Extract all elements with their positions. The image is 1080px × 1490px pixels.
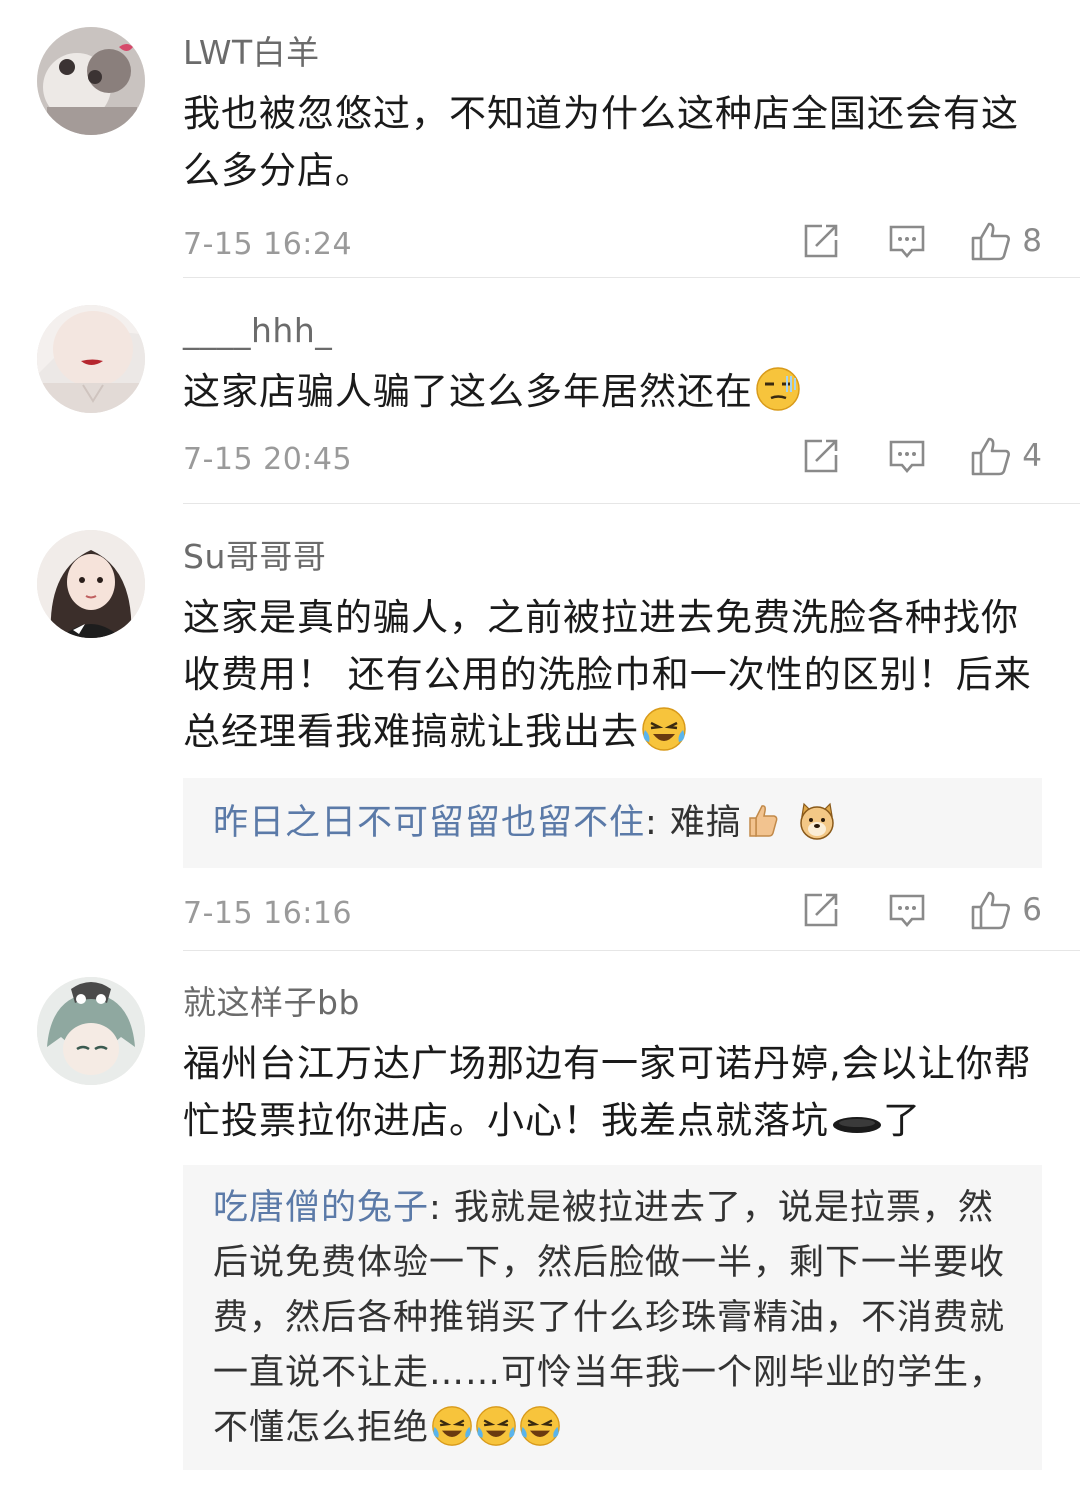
thumbs-up-icon [971, 222, 1011, 261]
comment-meta: 7-15 16:16 6 [183, 886, 1042, 946]
comment-icon [889, 894, 925, 928]
action-bar: 4 [802, 436, 1042, 476]
share-icon [804, 893, 838, 927]
reply-box[interactable]: 昨日之日不可留留也留不住: 难搞 [183, 778, 1042, 868]
comment-meta: 7-15 20:45 4 [183, 432, 1042, 492]
thumbs-up-icon [971, 891, 1011, 930]
like-button[interactable]: 6 [970, 890, 1042, 930]
avatar[interactable] [37, 530, 145, 638]
laugh-cry-emoji-icon [519, 1405, 561, 1447]
share-icon [804, 224, 838, 258]
username[interactable]: Su哥哥哥 [183, 531, 1042, 583]
hole-emoji-icon [831, 1095, 883, 1141]
share-button[interactable] [802, 437, 840, 475]
avatar-image [37, 977, 145, 1085]
username[interactable]: 就这样子bb [183, 977, 1042, 1029]
username[interactable]: ____hhh_ [183, 305, 1042, 357]
divider [183, 950, 1080, 951]
reply-username[interactable]: 吃唐僧的兔子 [213, 1188, 429, 1228]
laugh-cry-emoji-icon [475, 1405, 517, 1447]
avatar[interactable] [37, 305, 145, 413]
username[interactable]: LWT白羊 [183, 27, 1042, 79]
comment-text: 这家店骗人骗了这么多年居然还在 [183, 363, 1042, 420]
avatar-image [37, 27, 145, 135]
timestamp: 7-15 20:45 [183, 442, 353, 477]
avatar[interactable] [37, 27, 145, 135]
comment-icon [889, 440, 925, 474]
like-count: 6 [1022, 892, 1042, 928]
avatar-image [37, 530, 145, 638]
timestamp: 7-15 16:24 [183, 227, 353, 262]
comment-text-content: 这家是真的骗人，之前被拉进去免费洗脸各种找你收费用！ 还有公用的洗脸巾和一次性的… [183, 596, 1032, 753]
divider [183, 277, 1080, 278]
divider [183, 503, 1080, 504]
comment-text-tail: 了 [883, 1099, 921, 1142]
comment-text: 福州台江万达广场那边有一家可诺丹婷,会以让你帮忙投票拉你进店。小心！我差点就落坑… [183, 1035, 1042, 1149]
action-bar: 6 [802, 890, 1042, 930]
like-button[interactable]: 8 [970, 221, 1042, 261]
share-button[interactable] [802, 891, 840, 929]
thumbs-up-emoji-icon [744, 800, 786, 842]
doge-emoji-icon [796, 800, 838, 842]
like-button[interactable]: 4 [970, 436, 1042, 476]
reply-text: : 难搞 [645, 803, 742, 843]
share-button[interactable] [802, 222, 840, 260]
comment-meta: 7-15 16:24 8 [183, 217, 1042, 277]
share-icon [804, 439, 838, 473]
comment-icon [889, 225, 925, 259]
like-count: 8 [1022, 223, 1042, 259]
reply-button[interactable] [888, 222, 926, 260]
laugh-cry-emoji-icon [431, 1405, 473, 1447]
like-count: 4 [1022, 438, 1042, 474]
reply-username[interactable]: 昨日之日不可留留也留不住 [213, 803, 645, 843]
smirk-emoji-icon [755, 366, 801, 412]
thumbs-up-icon [971, 437, 1011, 476]
comment-text: 这家是真的骗人，之前被拉进去免费洗脸各种找你收费用！ 还有公用的洗脸巾和一次性的… [183, 589, 1042, 760]
avatar-image [37, 305, 145, 413]
laugh-cry-emoji-icon [641, 706, 687, 752]
timestamp: 7-15 16:16 [183, 896, 353, 931]
action-bar: 8 [802, 221, 1042, 261]
avatar[interactable] [37, 977, 145, 1085]
comment-text-content: 这家店骗人骗了这么多年居然还在 [183, 370, 753, 413]
comment-text: 我也被忽悠过，不知道为什么这种店全国还会有这么多分店。 [183, 92, 1019, 192]
reply-button[interactable] [888, 437, 926, 475]
reply-box[interactable]: 吃唐僧的兔子: 我就是被拉进去了，说是拉票，然后说免费体验一下，然后脸做一半，剩… [183, 1165, 1042, 1470]
reply-button[interactable] [888, 891, 926, 929]
